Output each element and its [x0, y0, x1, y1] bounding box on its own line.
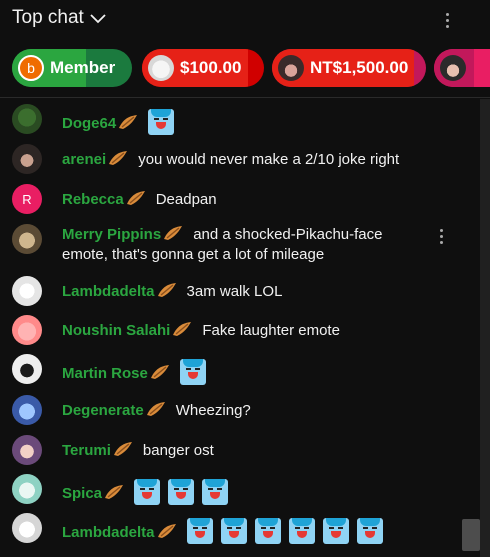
laughing-emote-icon: [179, 359, 206, 385]
member-badge-icon: [126, 191, 145, 205]
laughing-emote-icon: [288, 518, 315, 544]
message-text: Deadpan: [155, 191, 217, 208]
member-badge-icon: [105, 485, 124, 499]
author-name[interactable]: Spica: [62, 485, 102, 502]
ticker-avatar: b: [18, 55, 44, 81]
author-name[interactable]: Doge64: [62, 115, 116, 132]
ticker-member[interactable]: b Member: [12, 49, 132, 87]
ticker-avatar: [278, 55, 304, 81]
laughing-emote-icon: [134, 479, 161, 505]
member-badge-icon: [173, 322, 192, 336]
laughing-emote-icon: [220, 518, 247, 544]
member-badge-icon: [109, 151, 128, 165]
avatar: [12, 354, 42, 384]
chat-message: Terumi banger ost: [0, 435, 462, 465]
member-badge-icon: [146, 402, 165, 416]
message-text: 3am walk LOL: [186, 283, 283, 300]
ticker-label: NT$1,500.00: [310, 58, 409, 77]
avatar: [12, 276, 42, 306]
chat-message: R Rebecca Deadpan: [0, 184, 462, 214]
more-vert-icon[interactable]: [438, 8, 456, 32]
chat-header: Top chat: [0, 0, 490, 40]
member-badge-icon: [157, 283, 176, 297]
message-text: Fake laughter emote: [202, 322, 340, 339]
ticker-bar: b Member $100.00 NT$1,500.00: [0, 40, 490, 98]
member-badge-icon: [119, 115, 138, 129]
chat-messages: Doge64 arenei you would never make a 2/10…: [0, 99, 462, 557]
avatar: [12, 144, 42, 174]
ticker-superchat-100[interactable]: $100.00: [142, 49, 264, 87]
chat-message: Lambdadelta: [0, 513, 462, 544]
chat-message: arenei you would never make a 2/10 joke r…: [0, 144, 462, 174]
member-badge-icon: [164, 226, 183, 240]
message-text: Wheezing?: [175, 402, 251, 419]
laughing-emote-icon: [186, 518, 213, 544]
avatar: [12, 435, 42, 465]
chat-message: Degenerate Wheezing?: [0, 395, 462, 425]
ticker-partial[interactable]: [434, 49, 490, 87]
chat-message: Spica: [0, 474, 462, 505]
laughing-emote-icon: [322, 518, 349, 544]
message-text: and a shocked-Pikachu-face: [193, 226, 383, 243]
avatar: [12, 474, 42, 504]
avatar: [12, 315, 42, 345]
chat-message: Doge64: [0, 104, 462, 135]
avatar: [12, 104, 42, 134]
ticker-label: $100.00: [180, 58, 242, 77]
panel-edge: [480, 99, 490, 557]
author-name[interactable]: Lambdadelta: [62, 283, 155, 300]
chat-message: Lambdadelta 3am walk LOL: [0, 276, 462, 306]
laughing-emote-icon: [148, 109, 175, 135]
laughing-emote-icon: [168, 479, 195, 505]
member-badge-icon: [113, 442, 132, 456]
author-name[interactable]: Terumi: [62, 442, 111, 459]
ticker-avatar: [148, 55, 174, 81]
message-text-continued: emote, that's gonna get a lot of mileage: [62, 246, 325, 263]
chat-mode-label: Top chat: [12, 7, 84, 28]
chat-message: Martin Rose: [0, 354, 462, 385]
chat-mode-dropdown[interactable]: Top chat: [12, 7, 106, 29]
laughing-emote-icon: [202, 479, 229, 505]
message-text: you would never make a 2/10 joke right: [138, 151, 400, 168]
author-name[interactable]: Rebecca: [62, 191, 124, 208]
author-name[interactable]: Degenerate: [62, 402, 144, 419]
author-name[interactable]: Merry Pippins: [62, 226, 161, 243]
member-badge-icon: [150, 365, 169, 379]
avatar: [12, 513, 42, 543]
ticker-superchat-nt1500[interactable]: NT$1,500.00: [272, 49, 426, 87]
author-name[interactable]: Noushin Salahi: [62, 322, 170, 339]
avatar: [12, 224, 42, 254]
author-name[interactable]: Martin Rose: [62, 365, 148, 382]
chat-message: Noushin Salahi Fake laughter emote: [0, 315, 462, 345]
member-badge-icon: [157, 524, 176, 538]
scrollbar-thumb[interactable]: [462, 519, 480, 551]
ticker-avatar: [440, 55, 466, 81]
avatar: [12, 395, 42, 425]
avatar: R: [12, 184, 42, 214]
chat-message: Merry Pippins and a shocked-Pikachu-face …: [0, 224, 462, 268]
ticker-label: Member: [50, 58, 116, 77]
author-name[interactable]: Lambdadelta: [62, 524, 155, 541]
laughing-emote-icon: [356, 518, 383, 544]
message-more-icon[interactable]: [432, 224, 450, 248]
message-text: banger ost: [142, 442, 214, 459]
chat-scrollbar[interactable]: [462, 99, 480, 557]
chevron-down-icon: [90, 14, 106, 24]
laughing-emote-icon: [254, 518, 281, 544]
author-name[interactable]: arenei: [62, 151, 106, 168]
